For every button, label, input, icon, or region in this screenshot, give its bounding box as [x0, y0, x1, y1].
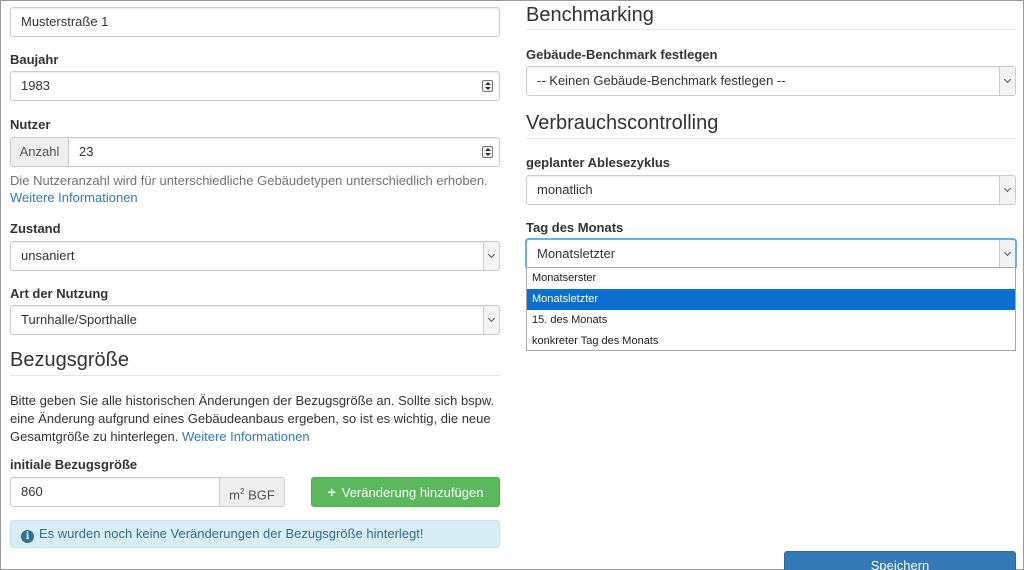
section-divider — [526, 29, 1016, 30]
benchmark-select[interactable]: -- Keinen Gebäude-Benchmark festlegen -- — [526, 66, 1016, 96]
zustand-value: unsaniert — [21, 248, 75, 263]
nutzung-label: Art der Nutzung — [10, 286, 109, 301]
street-input[interactable]: Musterstraße 1 — [10, 7, 500, 37]
tag-label: Tag des Monats — [526, 220, 624, 235]
nutzer-count-input[interactable]: 23 — [68, 137, 500, 167]
initial-bezug-label: initiale Bezugsgröße — [10, 457, 138, 472]
nutzer-value: 23 — [79, 144, 94, 159]
dropdown-option[interactable]: Monatserster — [527, 268, 1015, 289]
add-change-button[interactable]: + Veränderung hinzufügen — [311, 477, 500, 507]
info-icon: i — [21, 530, 34, 543]
baujahr-label: Baujahr — [10, 52, 59, 67]
chevron-down-icon — [1003, 184, 1012, 193]
benchmark-value: -- Keinen Gebäude-Benchmark festlegen -- — [537, 73, 786, 88]
nutzer-help-text: Die Nutzeranzahl wird für unterschiedlic… — [10, 173, 488, 188]
add-change-label: Veränderung hinzufügen — [341, 484, 484, 500]
tag-dropdown-list: Monatserster Monatsletzter 15. des Monat… — [526, 267, 1016, 351]
zyklus-value: monatlich — [537, 182, 593, 197]
select-arrow[interactable] — [999, 176, 1015, 204]
zustand-select[interactable]: unsaniert — [10, 241, 500, 271]
select-arrow[interactable] — [999, 240, 1015, 268]
baujahr-value: 1983 — [21, 78, 50, 93]
info-alert-text: Es wurden noch keine Veränderungen der B… — [39, 526, 424, 541]
benchmark-label: Gebäude-Benchmark festlegen — [526, 47, 718, 62]
unit-suffix: BGF — [244, 487, 275, 503]
initial-bezug-input-group: 860 m2 BGF — [10, 477, 285, 507]
verbrauch-heading: Verbrauchscontrolling — [526, 112, 719, 134]
dropdown-option[interactable]: konkreter Tag des Monats — [527, 331, 1015, 352]
bezug-description: Bitte geben Sie alle historischen Änderu… — [10, 392, 500, 446]
initial-bezug-input[interactable]: 860 — [10, 477, 220, 507]
dropdown-option-selected[interactable]: Monatsletzter — [527, 289, 1015, 310]
dropdown-option[interactable]: 15. des Monats — [527, 310, 1015, 331]
bezug-more-info-link[interactable]: Weitere Informationen — [182, 429, 310, 444]
chevron-down-icon — [1003, 248, 1012, 257]
save-button[interactable]: Speichern — [784, 551, 1016, 570]
chevron-down-icon — [487, 314, 496, 323]
benchmarking-heading: Benchmarking — [526, 4, 654, 26]
unit-addon: m2 BGF — [219, 477, 285, 507]
nutzer-input-group: Anzahl 23 — [10, 137, 500, 167]
number-spinner-icon[interactable] — [482, 80, 493, 92]
tag-value: Monatsletzter — [537, 246, 616, 261]
zyklus-select[interactable]: monatlich — [526, 175, 1016, 205]
nutzung-select[interactable]: Turnhalle/Sporthalle — [10, 305, 500, 335]
chevron-down-icon — [487, 250, 496, 259]
tag-select[interactable]: Monatsletzter — [526, 239, 1016, 269]
nutzer-more-info-link[interactable]: Weitere Informationen — [10, 190, 138, 205]
section-divider — [10, 375, 500, 376]
unit-base: m — [229, 487, 241, 503]
nutzer-help: Die Nutzeranzahl wird für unterschiedlic… — [10, 172, 500, 206]
chevron-down-icon — [1003, 75, 1012, 84]
nutzung-value: Turnhalle/Sporthalle — [21, 312, 137, 327]
section-divider — [526, 138, 1016, 139]
plus-icon: + — [327, 484, 336, 500]
number-spinner-icon[interactable] — [482, 146, 493, 158]
nutzer-label: Nutzer — [10, 117, 51, 132]
bezug-heading: Bezugsgröße — [10, 349, 129, 371]
select-arrow[interactable] — [483, 306, 499, 334]
nutzer-addon: Anzahl — [10, 137, 69, 167]
baujahr-input[interactable]: 1983 — [10, 71, 500, 101]
zustand-label: Zustand — [10, 221, 61, 236]
select-arrow[interactable] — [999, 67, 1015, 95]
zyklus-label: geplanter Ablesezyklus — [526, 155, 671, 170]
info-alert: i Es wurden noch keine Veränderungen der … — [10, 520, 500, 548]
select-arrow[interactable] — [483, 242, 499, 270]
